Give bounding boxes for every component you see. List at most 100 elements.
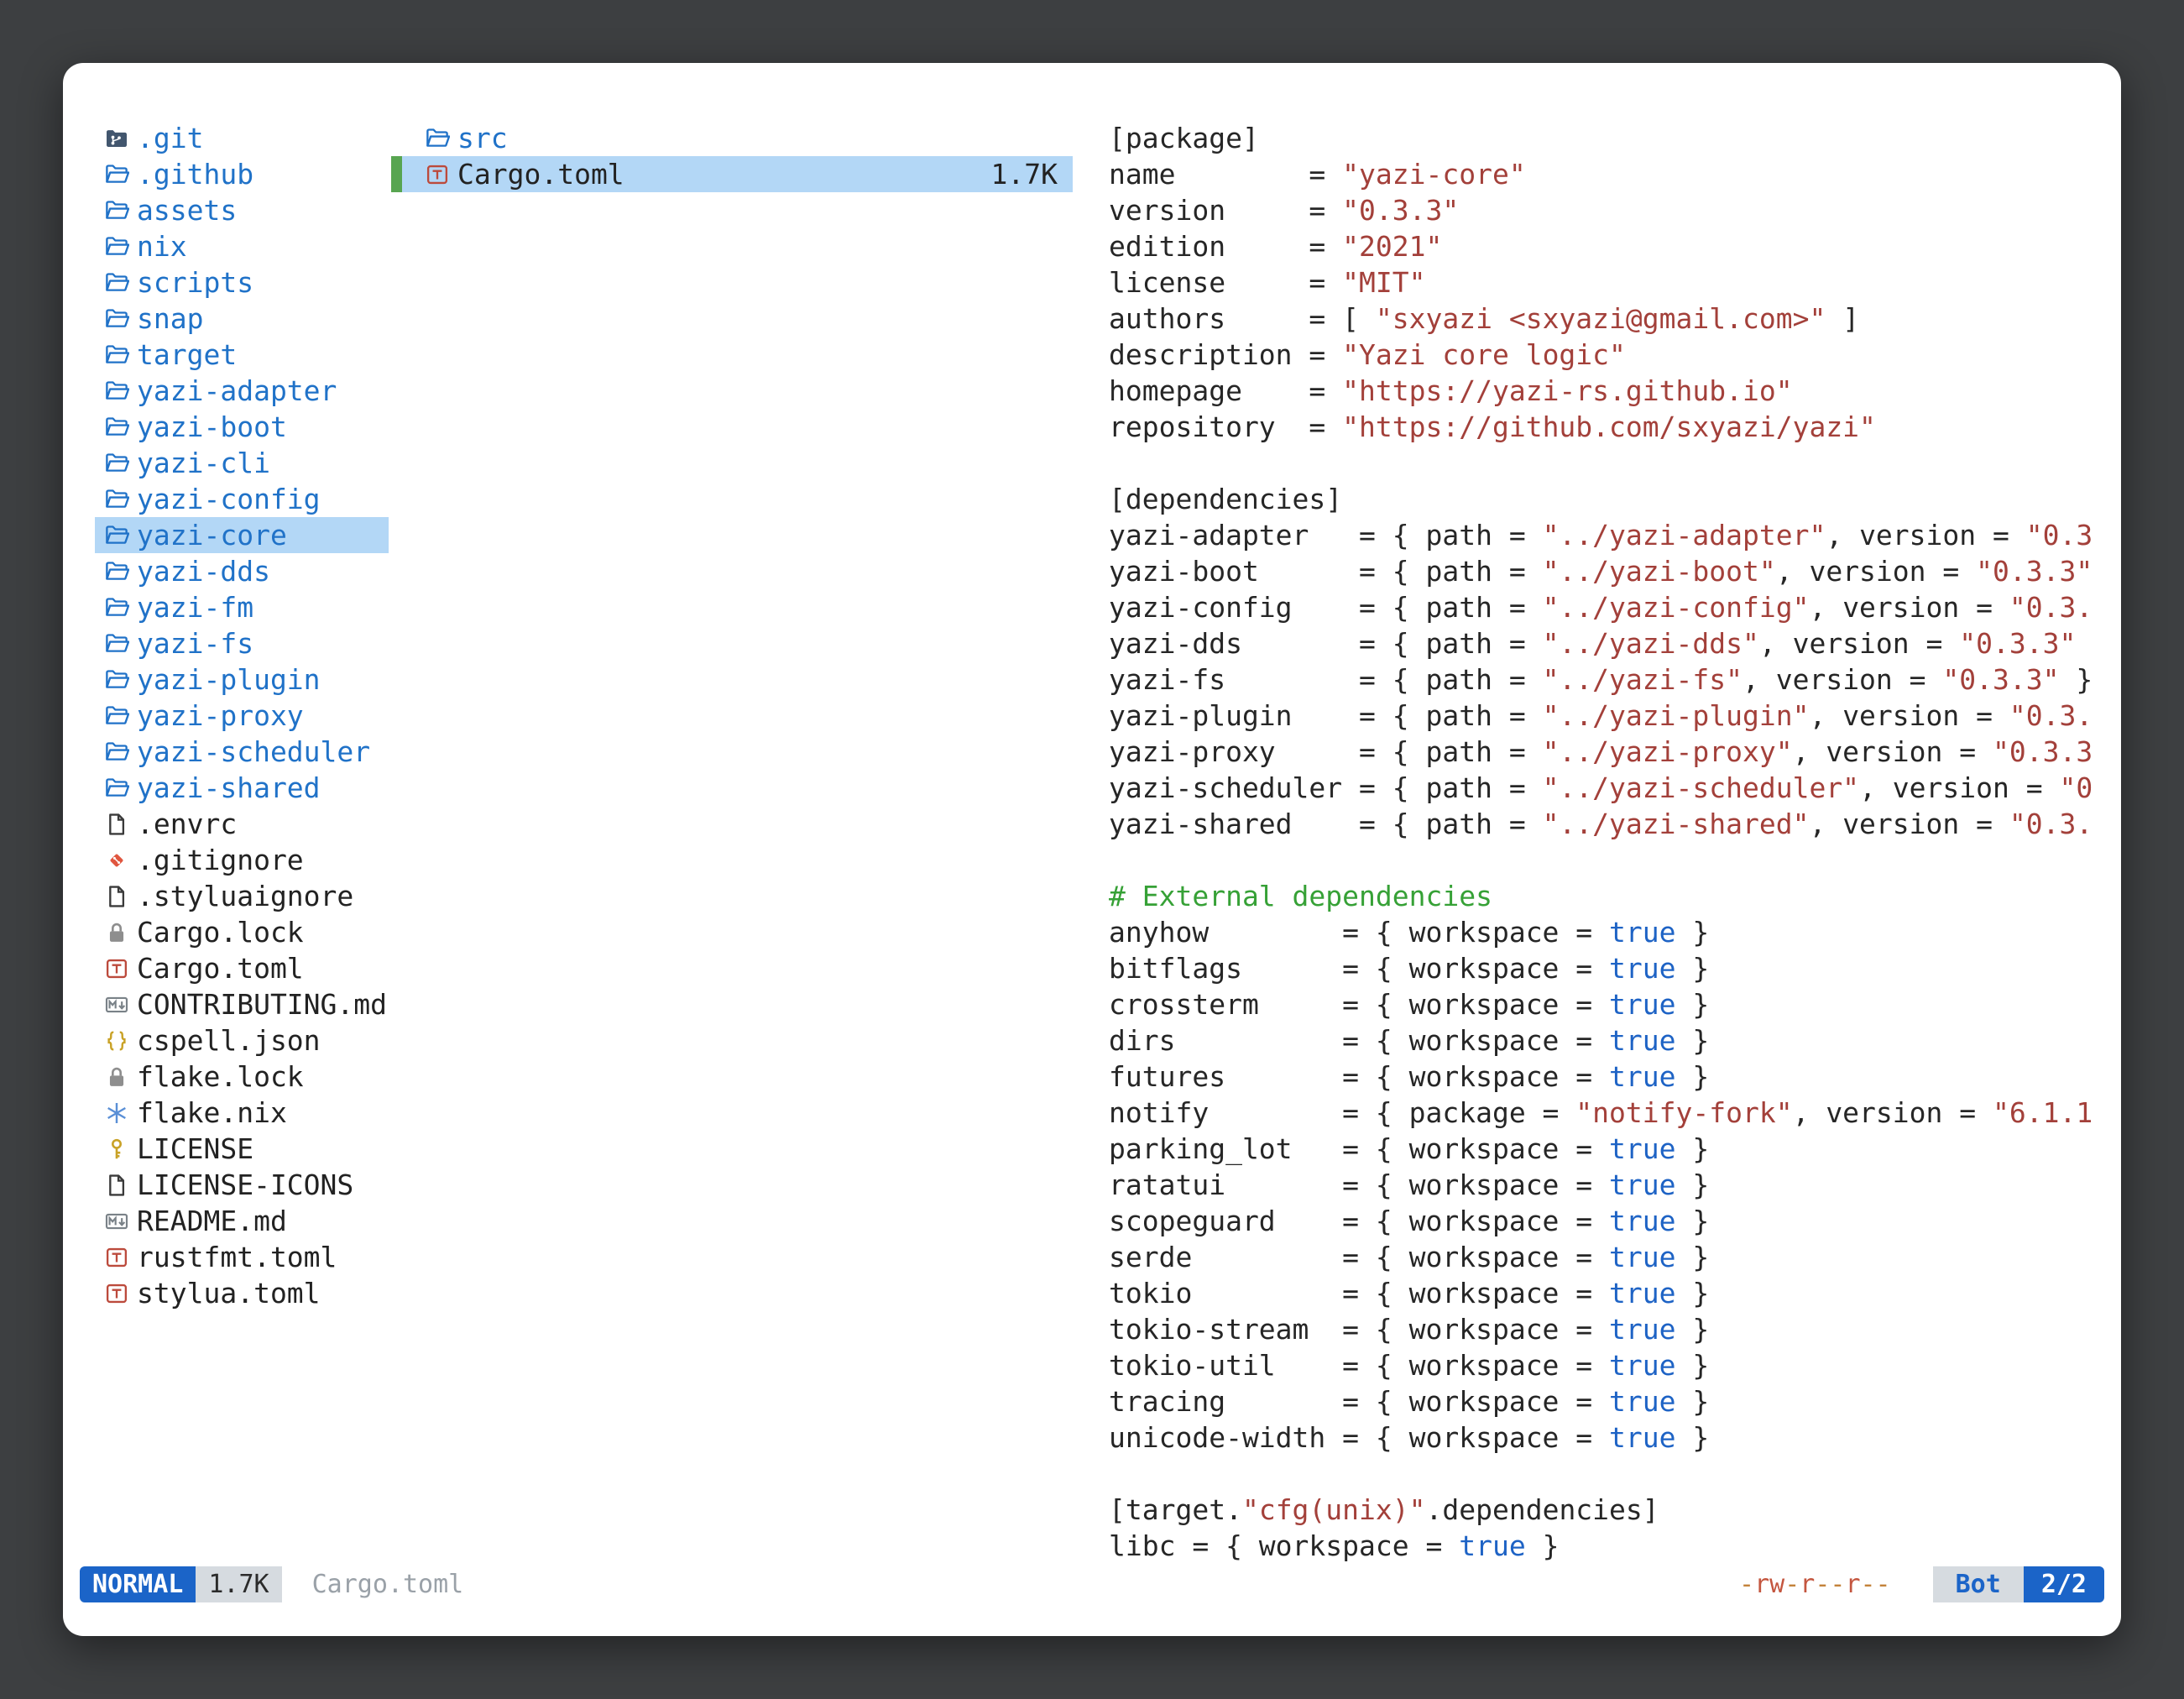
parent-item-snap[interactable]: snap: [95, 301, 389, 337]
file-name: rustfmt.toml: [137, 1239, 337, 1275]
parent-item-LICENSE-ICONS[interactable]: LICENSE-ICONS: [95, 1167, 389, 1203]
current-item-src[interactable]: src: [391, 120, 1073, 156]
parent-item-Cargo.toml[interactable]: Cargo.toml: [95, 950, 389, 986]
folder-open-icon: [104, 270, 137, 295]
nix-icon: [104, 1100, 137, 1126]
preview-line: yazi-config = { path = "../yazi-config",…: [1109, 589, 2116, 625]
parent-item-yazi-config[interactable]: yazi-config: [95, 481, 389, 517]
preview-line: description = "Yazi core logic": [1109, 337, 2116, 373]
preview-line: tokio = { workspace = true }: [1109, 1275, 2116, 1311]
parent-item-yazi-shared[interactable]: yazi-shared: [95, 770, 389, 806]
json-icon: [104, 1028, 137, 1053]
parent-item-yazi-fs[interactable]: yazi-fs: [95, 625, 389, 661]
status-permissions: -rw-r--r--: [1739, 1566, 1891, 1602]
file-name: assets: [137, 192, 237, 228]
folder-open-icon: [104, 234, 137, 259]
parent-pane: .git.githubassetsnixscriptssnaptargetyaz…: [95, 120, 389, 1311]
parent-item-flake.lock[interactable]: flake.lock: [95, 1059, 389, 1095]
folder-open-icon: [104, 415, 137, 440]
file-size: 1.7K: [991, 156, 1058, 192]
lock-icon: [104, 1064, 137, 1090]
preview-line: crossterm = { workspace = true }: [1109, 986, 2116, 1022]
file-name: stylua.toml: [137, 1275, 321, 1311]
preview-line: yazi-boot = { path = "../yazi-boot", ver…: [1109, 553, 2116, 589]
parent-item-yazi-core[interactable]: yazi-core: [95, 517, 389, 553]
file-name: .styluaignore: [137, 878, 353, 914]
file-name: yazi-plugin: [137, 661, 321, 698]
preview-line: scopeguard = { workspace = true }: [1109, 1203, 2116, 1239]
parent-item-target[interactable]: target: [95, 337, 389, 373]
folder-open-icon: [104, 379, 137, 404]
preview-line: [1109, 1456, 2116, 1492]
preview-line: license = "MIT": [1109, 264, 2116, 301]
file-name: yazi-core: [137, 517, 287, 553]
preview-line: ratatui = { workspace = true }: [1109, 1167, 2116, 1203]
parent-item-flake.nix[interactable]: flake.nix: [95, 1095, 389, 1131]
preview-line: bitflags = { workspace = true }: [1109, 950, 2116, 986]
folder-open-icon: [104, 306, 137, 332]
status-bar: NORMAL 1.7K Cargo.toml -rw-r--r-- Bot 2/…: [80, 1566, 2104, 1602]
preview-line: yazi-scheduler = { path = "../yazi-sched…: [1109, 770, 2116, 806]
file-name: README.md: [137, 1203, 287, 1239]
parent-item-yazi-proxy[interactable]: yazi-proxy: [95, 698, 389, 734]
preview-line: yazi-fs = { path = "../yazi-fs", version…: [1109, 661, 2116, 698]
parent-item-cspell.json[interactable]: cspell.json: [95, 1022, 389, 1059]
parent-item-CONTRIBUTING.md[interactable]: CONTRIBUTING.md: [95, 986, 389, 1022]
file-name: yazi-shared: [137, 770, 321, 806]
file-name: .github: [137, 156, 253, 192]
status-spacer: [463, 1566, 1739, 1602]
gitignore-icon: [104, 848, 137, 873]
parent-item-assets[interactable]: assets: [95, 192, 389, 228]
preview-line: tokio-stream = { workspace = true }: [1109, 1311, 2116, 1347]
preview-line: repository = "https://github.com/sxyazi/…: [1109, 409, 2116, 445]
mode-indicator: NORMAL: [80, 1566, 196, 1602]
preview-line: [package]: [1109, 120, 2116, 156]
yazi-window: .git.githubassetsnixscriptssnaptargetyaz…: [63, 63, 2121, 1636]
status-file-size: 1.7K: [196, 1566, 281, 1602]
selection-marker: [391, 156, 402, 192]
parent-item-.styluaignore[interactable]: .styluaignore: [95, 878, 389, 914]
preview-line: homepage = "https://yazi-rs.github.io": [1109, 373, 2116, 409]
parent-item-LICENSE[interactable]: LICENSE: [95, 1131, 389, 1167]
file-name: yazi-fm: [137, 589, 253, 625]
parent-item-scripts[interactable]: scripts: [95, 264, 389, 301]
md-icon: [104, 992, 137, 1017]
file-name: Cargo.lock: [137, 914, 304, 950]
parent-item-.gitignore[interactable]: .gitignore: [95, 842, 389, 878]
file-name: yazi-config: [137, 481, 321, 517]
status-filename: Cargo.toml: [312, 1566, 464, 1602]
file-name: cspell.json: [137, 1022, 321, 1059]
preview-line: anyhow = { workspace = true }: [1109, 914, 2116, 950]
parent-item-.envrc[interactable]: .envrc: [95, 806, 389, 842]
file-name: LICENSE: [137, 1131, 253, 1167]
preview-line: name = "yazi-core": [1109, 156, 2116, 192]
parent-item-yazi-plugin[interactable]: yazi-plugin: [95, 661, 389, 698]
folder-open-icon: [104, 631, 137, 656]
parent-item-yazi-scheduler[interactable]: yazi-scheduler: [95, 734, 389, 770]
preview-line: futures = { workspace = true }: [1109, 1059, 2116, 1095]
folder-open-icon: [104, 703, 137, 729]
preview-pane[interactable]: [package]name = "yazi-core"version = "0.…: [1109, 120, 2116, 1566]
folder-open-icon: [104, 451, 137, 476]
parent-item-yazi-cli[interactable]: yazi-cli: [95, 445, 389, 481]
parent-item-nix[interactable]: nix: [95, 228, 389, 264]
parent-item-rustfmt.toml[interactable]: rustfmt.toml: [95, 1239, 389, 1275]
folder-open-icon: [104, 559, 137, 584]
file-name: CONTRIBUTING.md: [137, 986, 387, 1022]
current-item-Cargo.toml[interactable]: Cargo.toml1.7K: [391, 156, 1073, 192]
parent-item-yazi-fm[interactable]: yazi-fm: [95, 589, 389, 625]
parent-item-yazi-adapter[interactable]: yazi-adapter: [95, 373, 389, 409]
file-name: yazi-boot: [137, 409, 287, 445]
parent-item-stylua.toml[interactable]: stylua.toml: [95, 1275, 389, 1311]
parent-item-yazi-boot[interactable]: yazi-boot: [95, 409, 389, 445]
parent-item-.git[interactable]: .git: [95, 120, 389, 156]
parent-item-.github[interactable]: .github: [95, 156, 389, 192]
folder-open-icon: [104, 162, 137, 187]
preview-line: authors = [ "sxyazi <sxyazi@gmail.com>" …: [1109, 301, 2116, 337]
parent-item-Cargo.lock[interactable]: Cargo.lock: [95, 914, 389, 950]
parent-item-README.md[interactable]: README.md: [95, 1203, 389, 1239]
preview-line: version = "0.3.3": [1109, 192, 2116, 228]
toml-icon: [104, 956, 137, 981]
parent-item-yazi-dds[interactable]: yazi-dds: [95, 553, 389, 589]
preview-line: libc = { workspace = true }: [1109, 1528, 2116, 1564]
